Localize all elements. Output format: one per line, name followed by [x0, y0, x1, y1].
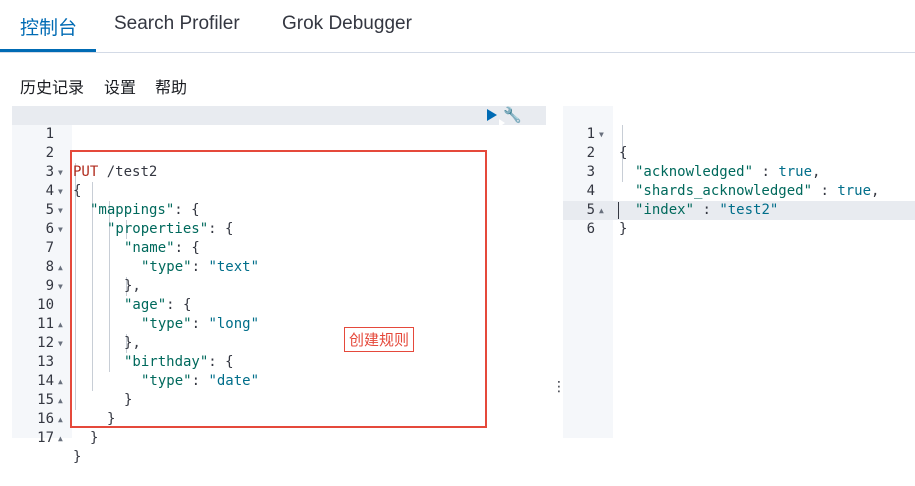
menu-history[interactable]: 历史记录: [20, 74, 84, 98]
tab-console[interactable]: 控制台: [20, 13, 77, 40]
menu-settings[interactable]: 设置: [104, 74, 136, 98]
active-tab-indicator: [0, 49, 96, 52]
response-panel: 1 ▼ { 2 "acknowledged" : true, 3 "shards_…: [563, 106, 915, 438]
code-line: 5 ▲ }: [586, 202, 628, 237]
top-tabs: 控制台 Search Profiler Grok Debugger: [0, 0, 915, 53]
fold-toggle-icon[interactable]: ▲: [58, 429, 63, 448]
code-line: 3 "shards_acknowledged" : true,: [586, 164, 880, 199]
tab-grok-debugger[interactable]: Grok Debugger: [282, 13, 412, 35]
menu-help[interactable]: 帮助: [155, 74, 187, 98]
code-line: 1 ▼ {: [586, 126, 628, 161]
code-line: 2 "acknowledged" : true,: [586, 145, 821, 180]
code-line: 6: [586, 221, 595, 237]
text-cursor: [618, 202, 619, 219]
tab-search-profiler[interactable]: Search Profiler: [114, 13, 240, 35]
code-line: 4 "index" : "test2": [586, 183, 779, 218]
code-line: 1: [45, 126, 54, 142]
annotation-highlight-box: [70, 150, 487, 428]
annotation-label: 创建规则: [344, 327, 415, 352]
code-line: 2 PUT /test2: [45, 145, 158, 180]
